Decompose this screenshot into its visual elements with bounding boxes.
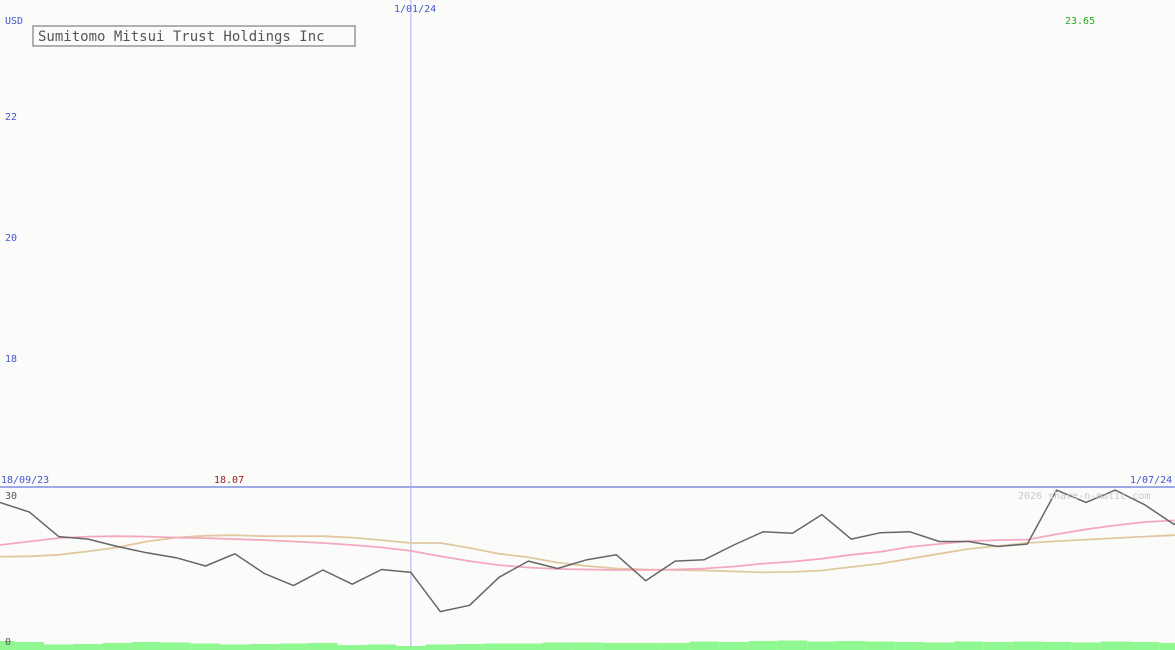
volume-bar (132, 642, 162, 650)
volume-bar (44, 644, 74, 650)
volume-bar (777, 640, 808, 650)
volume-bar (14, 642, 45, 650)
volume-bar (807, 641, 837, 650)
volume-bar (484, 643, 514, 650)
volume-bar (1012, 641, 1042, 650)
volume-bar (102, 643, 133, 650)
volume-bar (161, 642, 191, 650)
volume-bar (513, 643, 543, 650)
price-chart-svg: USD 22 20 18 18/09/23 1/01/24 1/07/24 23… (0, 0, 1175, 650)
volume-bar (249, 644, 279, 650)
watermark: 2026 share-n-matic.com (1018, 491, 1150, 502)
high-value-label: 23.65 (1065, 16, 1095, 27)
volume-bar (719, 642, 749, 650)
volume-bar (865, 641, 896, 650)
volume-bar (983, 642, 1013, 650)
volume-bar (660, 643, 690, 650)
volume-bar (337, 645, 367, 650)
volume-bar (895, 642, 925, 650)
volume-bar (631, 643, 661, 650)
low-value-label: 18.07 (214, 475, 244, 486)
chart-title: Sumitomo Mitsui Trust Holdings Inc (38, 29, 325, 45)
volume-bar (836, 641, 866, 650)
ytick-label-18: 18 (5, 354, 17, 365)
volume-bar (425, 644, 455, 650)
volume-bar (1071, 642, 1101, 650)
volume-bar (73, 644, 103, 650)
axis-labels: USD 22 20 18 18/09/23 1/01/24 1/07/24 23… (1, 4, 1172, 648)
volume-bar (748, 641, 778, 650)
volume-bar (924, 642, 954, 650)
volume-bar (396, 646, 426, 650)
volume-bar (542, 642, 573, 650)
slow-moving-average-line (0, 534, 1175, 574)
currency-label: USD (5, 16, 23, 27)
volume-bar (953, 641, 984, 650)
lower-ytick-label-0: 0 (5, 637, 11, 648)
volume-bar (1129, 642, 1160, 650)
volume-bar (689, 641, 720, 650)
x-start-label: 18/09/23 (1, 475, 49, 486)
volume-bar (220, 644, 250, 650)
x-end-label: 1/07/24 (1130, 475, 1172, 486)
indicator-panel (0, 489, 1175, 650)
lower-ytick-label-30: 30 (5, 491, 17, 502)
volume-bar (366, 644, 397, 650)
x-mid-label: 1/01/24 (394, 4, 436, 15)
chart-root: USD 22 20 18 18/09/23 1/01/24 1/07/24 23… (0, 0, 1175, 650)
volume-bar (572, 642, 602, 650)
volume-bar (1100, 641, 1130, 650)
chart-title-box: Sumitomo Mitsui Trust Holdings Inc (32, 25, 356, 47)
volume-bar (1159, 643, 1175, 650)
volume-bar (1041, 642, 1072, 650)
ytick-label-22: 22 (5, 112, 17, 123)
ytick-label-20: 20 (5, 233, 17, 244)
volume-bar (308, 643, 338, 650)
volume-bar (601, 643, 632, 650)
volume-bar (190, 643, 221, 650)
oscillator-line (0, 489, 1175, 613)
fast-moving-average-line (0, 519, 1175, 571)
volume-bar (278, 643, 309, 650)
grid-lines (0, 0, 1175, 650)
volume-bar (454, 644, 485, 650)
